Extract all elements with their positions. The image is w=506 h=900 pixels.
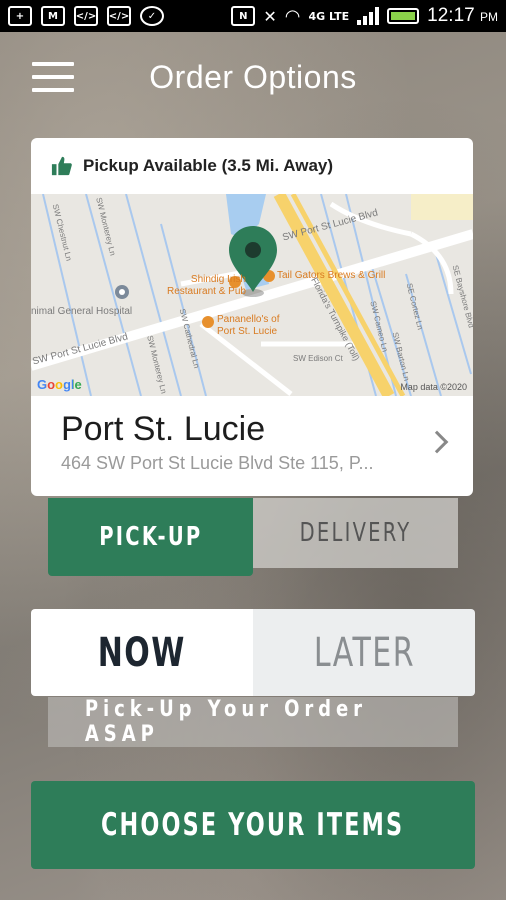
map-poi-label: Shindig Irish Restaurant & Pub	[167, 274, 246, 297]
availability-text: Pickup Available (3.5 Mi. Away)	[83, 156, 334, 175]
battery-icon	[387, 8, 420, 24]
network-type: 4G LTE	[308, 9, 350, 23]
store-map[interactable]: SW Port St Lucie Blvd SW Port St Lucie B…	[31, 194, 473, 396]
now-label: NOW	[97, 629, 187, 676]
store-address: 464 SW Port St Lucie Blvd Ste 115, P...	[61, 453, 374, 473]
thumbs-up-icon	[51, 156, 72, 176]
chat-icon: ✓	[140, 6, 164, 26]
delivery-tab[interactable]: DELIVERY	[253, 498, 458, 568]
map-place-label: nimal General Hospital	[31, 306, 133, 317]
order-mode-toggle: PICK-UP DELIVERY	[48, 498, 458, 576]
code-icon-2: </>	[107, 6, 131, 26]
map-poi-label: Tail Gators Brews & Grill	[277, 270, 386, 281]
map-poi-label: Pananello's of Port St. Lucie	[217, 314, 280, 337]
app-header: Order Options	[0, 32, 506, 122]
page-title: Order Options	[149, 58, 357, 95]
location-card: Pickup Available (3.5 Mi. Away) SW Port …	[31, 138, 473, 496]
order-time-toggle: NOW LATER	[31, 609, 475, 696]
pickup-tab-label: PICK-UP	[98, 522, 203, 552]
menu-icon[interactable]	[32, 62, 74, 92]
time-hint-text: Pick-Up Your Order ASAP	[84, 697, 367, 747]
map-street-label: SW Edison Ct	[293, 354, 343, 363]
add-notification-icon: +	[8, 6, 32, 26]
delivery-tab-label: DELIVERY	[299, 518, 412, 548]
store-name: Port St. Lucie	[61, 410, 266, 448]
bluetooth-off-icon: ✕	[263, 6, 277, 26]
now-option[interactable]: NOW	[31, 609, 253, 696]
later-option[interactable]: LATER	[253, 609, 475, 696]
choose-items-button[interactable]: CHOOSE YOUR ITEMS	[31, 781, 475, 869]
gmail-icon: M	[41, 6, 65, 26]
map-attribution: Map data ©2020	[400, 382, 467, 392]
pickup-availability: Pickup Available (3.5 Mi. Away)	[31, 138, 473, 194]
wifi-icon: ◠	[284, 5, 301, 27]
google-logo: Google	[37, 377, 82, 392]
signal-icon	[357, 7, 380, 25]
time-hint: Pick-Up Your Order ASAP	[48, 697, 458, 747]
code-icon: </>	[74, 6, 98, 26]
nfc-icon: N	[231, 6, 256, 26]
pickup-tab[interactable]: PICK-UP	[48, 498, 253, 576]
status-bar: + M </> </> ✓ N ✕ ◠ 4G LTE 12:17 PM	[0, 0, 506, 32]
later-label: LATER	[313, 629, 415, 676]
choose-items-label: CHOOSE YOUR ITEMS	[101, 807, 405, 843]
store-selector[interactable]: Port St. Lucie 464 SW Port St Lucie Blvd…	[31, 396, 473, 496]
clock: 12:17 PM	[427, 5, 498, 26]
